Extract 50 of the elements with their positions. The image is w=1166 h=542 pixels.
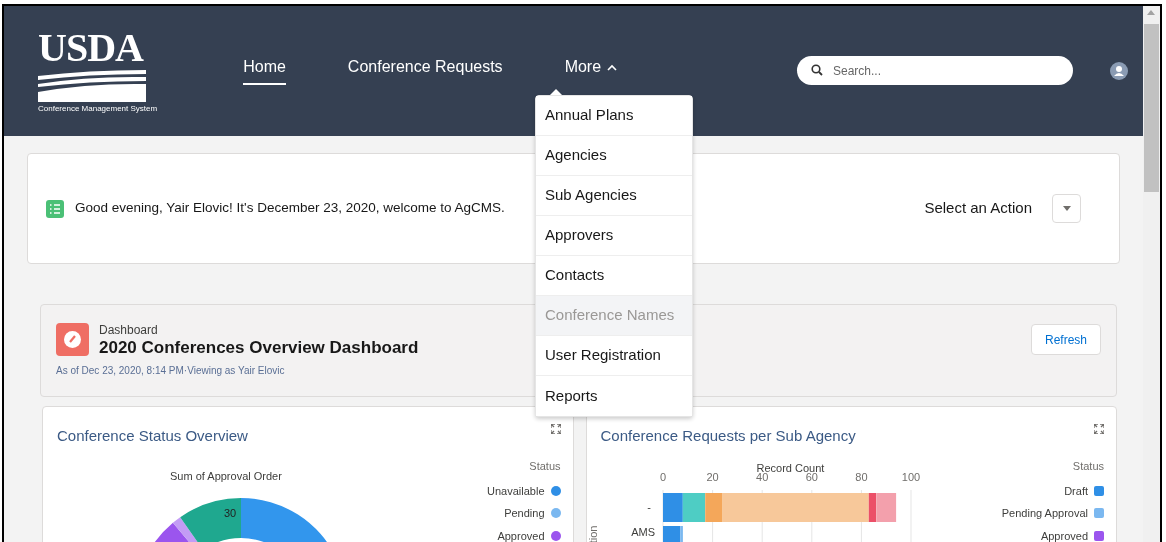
chevron-icon	[607, 63, 618, 71]
chart-title: Conference Status Overview	[57, 426, 248, 446]
menu-item[interactable]: Contacts	[536, 256, 692, 296]
scrollbar[interactable]	[1143, 6, 1160, 542]
tick-label: 20	[705, 471, 719, 483]
action-label: Select an Action	[924, 198, 1032, 219]
nav-tab[interactable]: Conference Requests	[347, 55, 503, 85]
usda-logo[interactable]: USDA Conference Management System	[38, 28, 158, 114]
dashboard-title: 2020 Conferences Overview Dashboard	[99, 337, 419, 359]
category-label: -	[646, 501, 651, 513]
legend-label: Draft	[1064, 483, 1088, 499]
nav-tab[interactable]: More	[564, 55, 618, 85]
bar-segment	[682, 493, 705, 522]
tick-label: 80	[854, 471, 868, 483]
search-field[interactable]: Search...	[797, 56, 1073, 85]
legend-title: Status	[1072, 459, 1104, 474]
tick-label: 0	[659, 471, 666, 483]
bar-segment	[662, 493, 683, 522]
legend-label: Pending	[504, 506, 545, 521]
menu-item[interactable]: Annual Plans	[536, 96, 692, 136]
expand-icon[interactable]	[550, 424, 561, 434]
tick-label: 40	[755, 471, 768, 483]
gauge-icon	[56, 323, 89, 356]
menu-item[interactable]: Sub Agencies	[536, 176, 692, 216]
legend-label: Unavailable	[487, 483, 545, 499]
legend-title: Status	[529, 459, 561, 474]
user-avatar-icon[interactable]	[1110, 62, 1128, 80]
tick-label: 100	[901, 471, 920, 483]
donut-title: Sum of Approval Order	[170, 469, 282, 484]
category-label: AMS	[630, 526, 655, 538]
legend-label: Approved	[497, 528, 545, 542]
nav-tab[interactable]: Home	[243, 55, 286, 85]
refresh-button[interactable]: Refresh	[1030, 324, 1101, 355]
tick-label: 60	[805, 471, 818, 483]
menu-item[interactable]: User Registration	[536, 336, 692, 376]
data-label: 30	[224, 506, 237, 521]
chart-title: Conference Requests per Sub Agency	[600, 426, 856, 446]
legend-label: Approved	[1040, 528, 1088, 542]
menu-item[interactable]: Agencies	[536, 136, 692, 176]
action-dropdown-button[interactable]	[1052, 194, 1081, 223]
legend-label: Pending Approval	[1001, 506, 1088, 521]
expand-icon[interactable]	[1094, 424, 1104, 434]
dashboard-timestamp: As of Dec 23, 2020, 8:14 PM·Viewing as Yair Elovic	[56, 364, 285, 378]
dashboard-label: Dashboard	[99, 323, 159, 337]
caret-icon	[1062, 206, 1071, 211]
welcome-message: Good evening, Yair Elovic! It's December 23, 2020, welcome to AgCMS.	[75, 199, 505, 218]
checklist-icon	[46, 199, 64, 218]
menu-item[interactable]: Reports	[536, 376, 692, 416]
menu-item[interactable]: Approvers	[536, 216, 692, 256]
search-icon	[811, 64, 823, 76]
